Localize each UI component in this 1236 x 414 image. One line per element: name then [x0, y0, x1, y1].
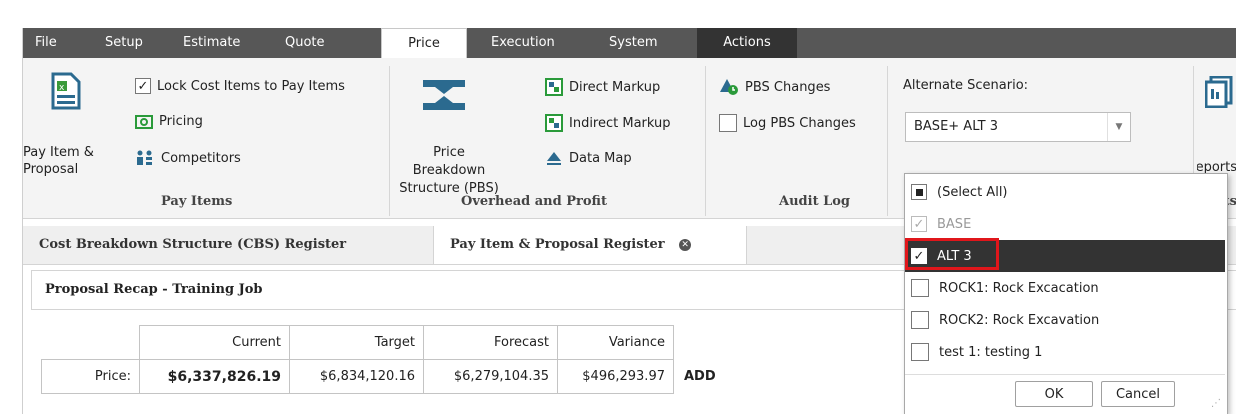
pay-item-proposal-label: Pay Item & Proposal	[23, 145, 94, 177]
dropdown-item-alt3[interactable]: ✓ ALT 3	[905, 238, 1225, 272]
tab-file[interactable]: File	[35, 28, 57, 58]
price-variance-cell: $496,293.97	[557, 359, 674, 394]
cancel-button[interactable]: Cancel	[1101, 381, 1175, 407]
empty-cell	[674, 326, 724, 360]
app-window: File Setup Estimate Quote Price Executio…	[22, 28, 1236, 414]
dropdown-item-rock1[interactable]: ROCK1: Rock Excacation	[905, 272, 1225, 304]
resize-grip-icon[interactable]: ⋰	[1211, 398, 1221, 409]
dropdown-item-label: test 1: testing 1	[939, 344, 1043, 360]
competitors-button[interactable]: Competitors	[135, 150, 241, 166]
ok-button[interactable]: OK	[1015, 381, 1093, 407]
log-pbs-changes-checkbox[interactable]	[719, 114, 737, 132]
tab-pay-item-register[interactable]: Pay Item & Proposal Register ✕	[433, 226, 747, 264]
price-breakdown-label: Price Breakdown Structure (PBS)	[399, 145, 499, 196]
dropdown-item-test1[interactable]: test 1: testing 1	[905, 336, 1225, 368]
dropdown-item-rock2[interactable]: ROCK2: Rock Excavation	[905, 304, 1225, 336]
rock1-checkbox[interactable]	[911, 279, 929, 297]
alternate-scenario-combo[interactable]: BASE+ ALT 3 ▼	[905, 112, 1131, 142]
group-divider	[705, 66, 706, 216]
audit-log-group-label: Audit Log	[779, 194, 850, 209]
pricing-button[interactable]: Pricing	[135, 114, 203, 129]
overhead-profit-group-label: Overhead and Profit	[461, 194, 608, 209]
dropdown-footer: OK Cancel ⋰	[905, 374, 1225, 413]
select-all-checkbox[interactable]	[911, 184, 927, 200]
column-header: Target	[289, 325, 424, 360]
price-breakdown-icon	[423, 80, 465, 110]
indirect-markup-label: Indirect Markup	[569, 115, 671, 131]
menu-bar: File Setup Estimate Quote Price Executio…	[23, 28, 1236, 59]
reports-icon[interactable]	[1205, 76, 1233, 108]
table-row: Price: $6,337,826.19 $6,834,120.16 $6,27…	[41, 359, 724, 394]
chevron-down-icon[interactable]: ▼	[1107, 113, 1130, 141]
tab-actions[interactable]: Actions	[697, 28, 797, 58]
price-target-cell: $6,834,120.16	[289, 359, 424, 394]
indirect-markup-icon	[545, 114, 563, 132]
price-current-cell: $6,337,826.19	[139, 359, 290, 394]
tab-estimate[interactable]: Estimate	[183, 28, 240, 58]
indirect-markup-button[interactable]: Indirect Markup	[545, 114, 671, 132]
tab-pay-item-register-label: Pay Item & Proposal Register	[450, 237, 665, 252]
dropdown-item-label: ROCK1: Rock Excacation	[939, 280, 1099, 296]
alternate-scenario-value: BASE+ ALT 3	[914, 119, 998, 134]
pbs-changes-button[interactable]: PBS Changes	[719, 78, 830, 96]
alternate-scenario-dropdown: (Select All) ✓ BASE ✓ ALT 3 ROCK1: Rock …	[904, 173, 1228, 414]
tab-quote[interactable]: Quote	[285, 28, 325, 58]
proposal-recap-title: Proposal Recap - Training Job	[45, 282, 263, 297]
log-pbs-changes-toggle[interactable]: Log PBS Changes	[719, 114, 856, 132]
data-map-button[interactable]: Data Map	[545, 150, 632, 166]
lock-cost-items-toggle[interactable]: ✓ Lock Cost Items to Pay Items	[135, 78, 345, 94]
data-map-label: Data Map	[569, 150, 632, 166]
column-header: Current	[139, 325, 290, 360]
lock-cost-items-checkbox[interactable]: ✓	[135, 78, 151, 94]
tab-cbs-register[interactable]: Cost Breakdown Structure (CBS) Register	[23, 226, 433, 264]
direct-markup-icon	[545, 78, 563, 96]
direct-markup-button[interactable]: Direct Markup	[545, 78, 660, 96]
dropdown-item-select-all[interactable]: (Select All)	[905, 176, 1225, 208]
data-map-icon	[545, 150, 563, 166]
table-header-row: Current Target Forecast Variance	[42, 325, 724, 360]
pay-item-document-icon: x	[51, 72, 81, 110]
proposal-recap-table: Current Target Forecast Variance Price: …	[41, 325, 724, 394]
dropdown-item-label: BASE	[937, 216, 972, 232]
alternate-scenario-label: Alternate Scenario:	[903, 78, 1029, 93]
competitors-label: Competitors	[161, 150, 241, 166]
pricing-icon	[135, 114, 153, 129]
direct-markup-label: Direct Markup	[569, 79, 661, 95]
pay-items-group-label: Pay Items	[161, 194, 233, 209]
test1-checkbox[interactable]	[911, 343, 929, 361]
tab-cbs-register-label: Cost Breakdown Structure (CBS) Register	[39, 237, 347, 252]
highlight-box	[905, 238, 999, 270]
add-status-label: ADD	[684, 369, 716, 384]
pricing-label: Pricing	[159, 114, 203, 129]
svg-text:x: x	[59, 83, 65, 93]
empty-cell	[42, 326, 140, 360]
dropdown-item-label: ROCK2: Rock Excavation	[939, 312, 1100, 328]
dropdown-item-base[interactable]: ✓ BASE	[905, 208, 1225, 240]
pbs-changes-icon	[719, 78, 739, 96]
base-checkbox[interactable]: ✓	[911, 216, 927, 232]
price-forecast-cell: $6,279,104.35	[423, 359, 558, 394]
close-icon[interactable]: ✕	[679, 238, 692, 251]
rock2-checkbox[interactable]	[911, 311, 929, 329]
group-divider	[887, 66, 888, 216]
row-label: Price:	[41, 359, 140, 394]
competitors-icon	[135, 150, 155, 166]
column-header: Variance	[557, 325, 674, 360]
log-pbs-changes-label: Log PBS Changes	[743, 115, 856, 131]
group-divider	[389, 66, 390, 216]
tab-price[interactable]: Price	[381, 28, 467, 59]
tab-system[interactable]: System	[609, 28, 657, 58]
tab-execution[interactable]: Execution	[491, 28, 555, 58]
column-header: Forecast	[423, 325, 558, 360]
tab-setup[interactable]: Setup	[105, 28, 143, 58]
dropdown-item-label: (Select All)	[937, 184, 1008, 200]
pbs-changes-label: PBS Changes	[745, 79, 831, 95]
lock-cost-items-label: Lock Cost Items to Pay Items	[157, 78, 345, 94]
